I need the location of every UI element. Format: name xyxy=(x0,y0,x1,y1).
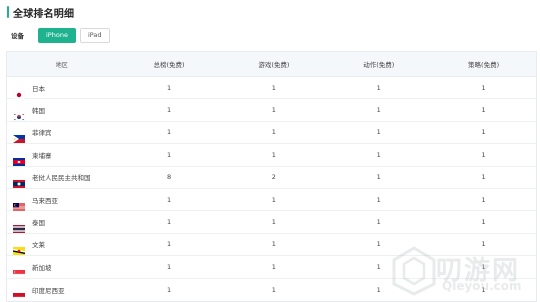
rank-cell: 1 xyxy=(481,173,486,182)
rank-cell: 1 xyxy=(481,218,486,227)
rank-cell: 1 xyxy=(376,150,381,159)
rank-cell: 1 xyxy=(481,195,486,204)
id-flag-icon xyxy=(13,286,25,301)
rank-cell: 1 xyxy=(166,240,172,249)
table-row: 泰国 1 1 1 1 xyxy=(7,211,536,234)
kh-flag-icon xyxy=(13,151,25,166)
rank-cell: 1 xyxy=(376,173,381,182)
table-body: 日本 1 1 1 1 韩国 1 1 1 1 菲律宾 1 1 1 1 柬埔寨 1 1 1 1 老挝人民民主共和国 8 2 1 1 马… xyxy=(7,77,536,301)
rank-cell: 1 xyxy=(376,285,381,294)
table-row: 日本 1 1 1 1 xyxy=(7,77,536,100)
rank-cell: 1 xyxy=(376,218,381,227)
rank-cell: 1 xyxy=(166,195,172,204)
region-cell: 菲律宾 xyxy=(7,127,117,144)
table-header: 地区 总榜(免费) 游戏(免费) 动作(免费) 策略(免费) xyxy=(7,52,536,77)
device-label: 设备 xyxy=(11,32,24,40)
rank-cell: 1 xyxy=(166,83,172,92)
th-flag-icon xyxy=(13,218,25,234)
region-name: 老挝人民民主共和国 xyxy=(32,174,91,183)
region-cell: 日本 xyxy=(7,83,117,99)
region-cell: 文莱 xyxy=(7,239,117,256)
rank-cell: 1 xyxy=(166,106,172,115)
rank-cell: 1 xyxy=(271,150,276,159)
column-header-strategy[interactable]: 策略(免费) xyxy=(431,59,536,69)
kr-flag-icon xyxy=(13,106,25,122)
section-header: 全球排名明细 xyxy=(7,5,75,20)
table-row: 老挝人民民主共和国 8 2 1 1 xyxy=(7,167,536,189)
region-name: 菲律宾 xyxy=(32,129,52,138)
rank-cell: 2 xyxy=(271,173,276,182)
rank-cell: 1 xyxy=(166,128,172,137)
table-row: 马来西亚 1 1 1 1 xyxy=(7,189,536,212)
table-row: 柬埔寨 1 1 1 1 xyxy=(7,144,536,167)
rank-cell: 1 xyxy=(271,83,276,92)
region-name: 柬埔寨 xyxy=(32,151,52,160)
region-name: 韩国 xyxy=(32,107,45,116)
region-cell: 印度尼西亚 xyxy=(7,285,117,301)
column-header-action[interactable]: 动作(免费) xyxy=(326,59,431,69)
rank-cell: 1 xyxy=(271,240,276,249)
rank-cell: 8 xyxy=(166,173,172,182)
table-row: 文莱 1 1 1 1 xyxy=(7,234,536,257)
region-cell: 柬埔寨 xyxy=(7,150,117,166)
rank-cell: 1 xyxy=(271,106,276,115)
rank-cell: 1 xyxy=(481,83,486,92)
rank-cell: 1 xyxy=(481,128,486,137)
rank-cell: 1 xyxy=(376,262,381,271)
region-name: 印度尼西亚 xyxy=(32,286,65,295)
region-cell: 老挝人民民主共和国 xyxy=(7,172,117,189)
rank-cell: 1 xyxy=(166,285,172,294)
accent-bar xyxy=(7,6,9,18)
region-name: 泰国 xyxy=(32,219,45,228)
region-cell: 韩国 xyxy=(7,105,117,122)
region-cell: 马来西亚 xyxy=(7,195,117,211)
rank-cell: 1 xyxy=(481,262,486,271)
section-title: 全球排名明细 xyxy=(13,8,75,20)
column-header-overall[interactable]: 总榜(免费) xyxy=(117,59,222,69)
rank-cell: 1 xyxy=(481,240,486,249)
region-name: 文莱 xyxy=(32,241,45,250)
rank-cell: 1 xyxy=(271,195,276,204)
rank-cell: 1 xyxy=(271,262,276,271)
table-row: 韩国 1 1 1 1 xyxy=(7,99,536,122)
my-flag-icon xyxy=(13,196,25,211)
table-row: 新加坡 1 1 1 1 xyxy=(7,256,536,279)
la-flag-icon xyxy=(13,173,25,189)
sg-flag-icon xyxy=(13,263,25,278)
jp-flag-icon xyxy=(13,84,25,99)
rank-cell: 1 xyxy=(376,106,381,115)
rank-cell: 1 xyxy=(271,218,276,227)
device-selector: 设备 iPhone iPad xyxy=(11,27,114,43)
ph-flag-icon xyxy=(13,128,25,144)
region-cell: 泰国 xyxy=(7,217,117,234)
region-name: 新加坡 xyxy=(32,263,52,272)
rank-cell: 1 xyxy=(166,218,172,227)
rank-cell: 1 xyxy=(166,262,172,271)
rank-cell: 1 xyxy=(376,195,381,204)
table-row: 印度尼西亚 1 1 1 1 xyxy=(7,279,536,301)
region-cell: 新加坡 xyxy=(7,262,117,278)
table-row: 菲律宾 1 1 1 1 xyxy=(7,122,536,145)
column-header-games[interactable]: 游戏(免费) xyxy=(221,59,326,69)
rank-cell: 1 xyxy=(271,128,276,137)
rank-cell: 1 xyxy=(481,106,486,115)
region-name: 马来西亚 xyxy=(32,196,58,205)
column-header-region: 地区 xyxy=(55,61,68,69)
rank-cell: 1 xyxy=(481,285,486,294)
rank-cell: 1 xyxy=(271,285,276,294)
rank-cell: 1 xyxy=(166,150,172,159)
region-name: 日本 xyxy=(32,84,45,93)
rank-cell: 1 xyxy=(376,128,381,137)
device-option-ipad[interactable]: iPad xyxy=(79,27,110,43)
rank-cell: 1 xyxy=(376,240,381,249)
rank-cell: 1 xyxy=(376,83,381,92)
ranking-table: 地区 总榜(免费) 游戏(免费) 动作(免费) 策略(免费) 日本 1 1 1 1 韩国 1… xyxy=(6,51,537,302)
bn-flag-icon xyxy=(13,240,25,256)
rank-cell: 1 xyxy=(481,150,486,159)
device-option-iphone[interactable]: iPhone xyxy=(38,27,76,43)
